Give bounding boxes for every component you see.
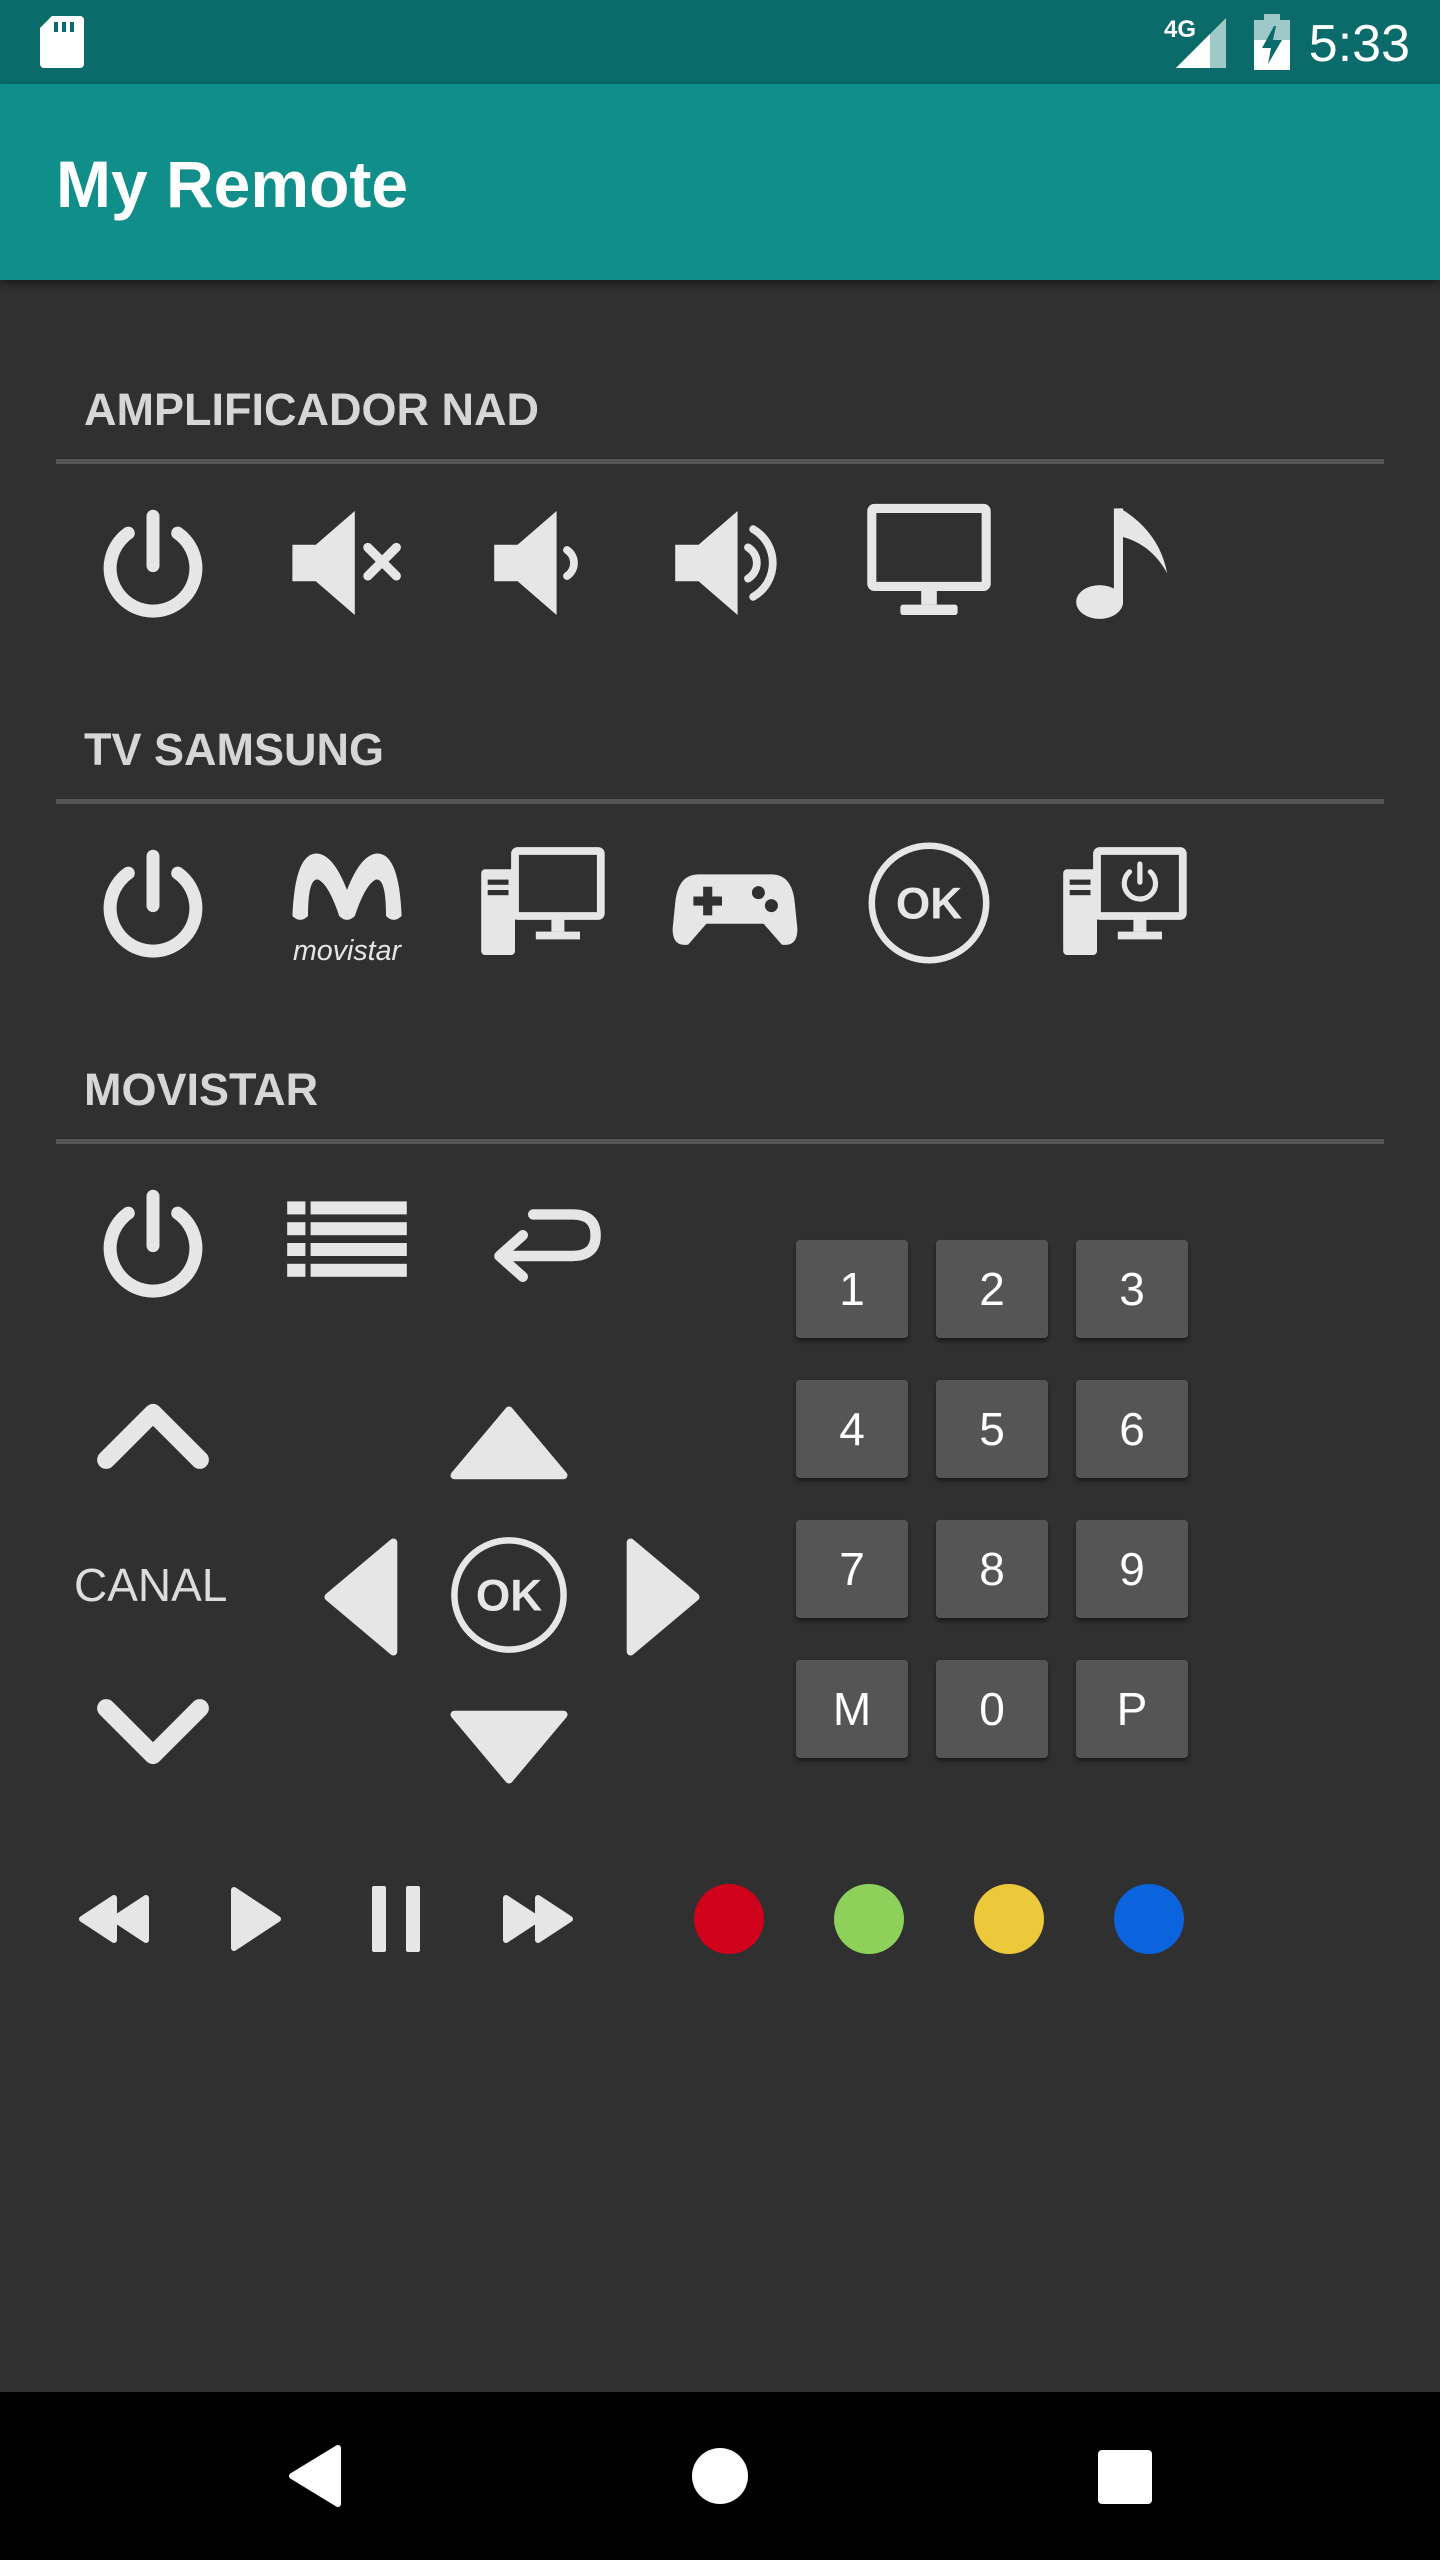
computer-power-icon bbox=[1063, 847, 1187, 955]
dpad-left-button[interactable] bbox=[292, 1532, 422, 1662]
power-icon bbox=[103, 509, 203, 618]
keypad-key-4[interactable]: 4 bbox=[796, 1380, 908, 1478]
pause-icon bbox=[372, 1886, 420, 1952]
system-nav-bar bbox=[0, 2392, 1440, 2560]
amp-volume-up-button[interactable] bbox=[670, 498, 800, 628]
dpad-down-button[interactable] bbox=[444, 1686, 574, 1816]
amp-volume-down-button[interactable] bbox=[476, 498, 606, 628]
movistar-logo-icon: movistar bbox=[292, 853, 402, 967]
movistar-power-button[interactable] bbox=[88, 1178, 218, 1308]
keypad-key-7[interactable]: 7 bbox=[796, 1520, 908, 1618]
section-title-movistar: MOVISTAR bbox=[84, 1064, 319, 1115]
amp-music-input-button[interactable] bbox=[1058, 498, 1188, 628]
home-icon[interactable] bbox=[692, 2448, 748, 2504]
power-icon bbox=[103, 1189, 203, 1298]
fast-forward-button[interactable] bbox=[492, 1854, 582, 1984]
play-icon bbox=[231, 1887, 281, 1951]
monitor-icon bbox=[867, 503, 991, 615]
section-title-tv-samsung: TV SAMSUNG bbox=[84, 724, 385, 775]
canal-label: CANAL bbox=[74, 1559, 228, 1611]
triangle-right-icon bbox=[626, 1538, 700, 1656]
yellow-button[interactable] bbox=[974, 1884, 1044, 1954]
chevron-up-icon bbox=[97, 1403, 209, 1469]
recents-icon[interactable] bbox=[1098, 2450, 1152, 2504]
list-icon bbox=[287, 1201, 407, 1277]
tv-ok-button[interactable]: OK bbox=[864, 838, 994, 968]
dpad-up-button[interactable] bbox=[444, 1374, 574, 1504]
svg-text:OK: OK bbox=[476, 1572, 542, 1621]
sd-card-icon bbox=[40, 16, 84, 68]
green-button[interactable] bbox=[834, 1884, 904, 1954]
rewind-button[interactable] bbox=[70, 1854, 160, 1984]
app-title: My Remote bbox=[56, 147, 409, 221]
svg-text:movistar: movistar bbox=[293, 935, 402, 967]
keypad-key-m[interactable]: M bbox=[796, 1660, 908, 1758]
back-icon[interactable] bbox=[286, 2444, 344, 2508]
movistar-back-button[interactable] bbox=[476, 1178, 606, 1308]
status-bar: 4G 5:33 bbox=[0, 0, 1440, 84]
music-note-icon bbox=[1076, 508, 1168, 619]
triangle-left-icon bbox=[324, 1538, 398, 1656]
volume-up-icon bbox=[675, 511, 777, 615]
keypad-key-5[interactable]: 5 bbox=[936, 1380, 1048, 1478]
keypad-key-p[interactable]: P bbox=[1076, 1660, 1188, 1758]
section-divider bbox=[56, 459, 1384, 464]
battery-icon bbox=[1254, 14, 1290, 70]
keypad-key-0[interactable]: 0 bbox=[936, 1660, 1048, 1758]
triangle-up-icon bbox=[450, 1406, 568, 1480]
tv-pc-power-button[interactable] bbox=[1058, 838, 1188, 968]
keypad-key-8[interactable]: 8 bbox=[936, 1520, 1048, 1618]
tv-game-input-button[interactable] bbox=[670, 838, 800, 968]
fast-forward-icon bbox=[503, 1895, 573, 1943]
rewind-icon bbox=[79, 1895, 149, 1943]
chevron-down-icon bbox=[97, 1699, 209, 1765]
keypad-key-9[interactable]: 9 bbox=[1076, 1520, 1188, 1618]
tv-movistar-input-button[interactable]: movistar bbox=[282, 838, 412, 968]
volume-mute-icon bbox=[292, 511, 401, 615]
triangle-down-icon bbox=[450, 1710, 568, 1784]
amp-tv-input-button[interactable] bbox=[864, 498, 994, 628]
dpad-right-button[interactable] bbox=[602, 1532, 732, 1662]
volume-down-icon bbox=[494, 511, 578, 615]
tv-power-button[interactable] bbox=[88, 838, 218, 968]
ok-circle-icon: OK bbox=[868, 842, 990, 964]
keypad-key-3[interactable]: 3 bbox=[1076, 1240, 1188, 1338]
red-button[interactable] bbox=[694, 1884, 764, 1954]
pause-button[interactable] bbox=[352, 1854, 442, 1984]
keypad-key-1[interactable]: 1 bbox=[796, 1240, 908, 1338]
amp-mute-button[interactable] bbox=[282, 498, 412, 628]
keypad-key-2[interactable]: 2 bbox=[936, 1240, 1048, 1338]
section-divider bbox=[56, 799, 1384, 804]
dpad-ok-button[interactable]: OK bbox=[444, 1530, 574, 1660]
svg-text:OK: OK bbox=[896, 880, 962, 929]
channel-down-button[interactable] bbox=[88, 1664, 218, 1794]
signal-icon bbox=[1176, 18, 1226, 68]
blue-button[interactable] bbox=[1114, 1884, 1184, 1954]
movistar-menu-button[interactable] bbox=[282, 1178, 412, 1308]
back-arrow-icon bbox=[494, 1209, 601, 1282]
play-button[interactable] bbox=[212, 1854, 302, 1984]
ok-circle-icon: OK bbox=[451, 1537, 567, 1653]
keypad-key-6[interactable]: 6 bbox=[1076, 1380, 1188, 1478]
channel-up-button[interactable] bbox=[88, 1374, 218, 1504]
gamepad-icon bbox=[672, 874, 798, 945]
section-title-amplificador: AMPLIFICADOR NAD bbox=[84, 384, 539, 435]
power-icon bbox=[103, 849, 203, 958]
status-time: 5:33 bbox=[1308, 15, 1410, 73]
amp-power-button[interactable] bbox=[88, 498, 218, 628]
section-divider bbox=[56, 1139, 1384, 1144]
tv-pc-input-button[interactable] bbox=[476, 838, 606, 968]
computer-icon bbox=[481, 847, 605, 955]
